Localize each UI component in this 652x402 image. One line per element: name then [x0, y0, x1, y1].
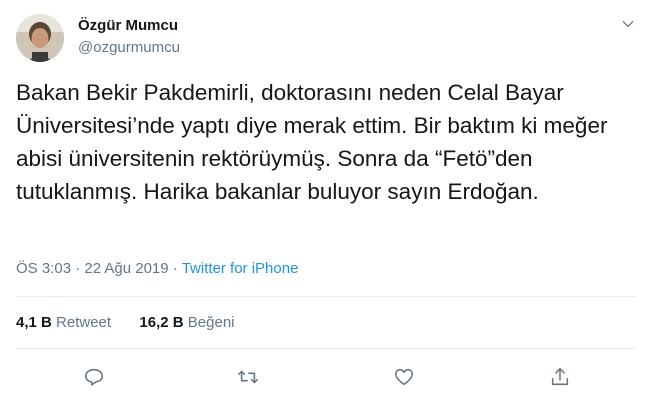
- like-count: 16,2 B: [139, 314, 184, 331]
- retweet-count: 4,1 B: [16, 314, 52, 331]
- author-name[interactable]: Özgür Mumcu: [78, 16, 178, 36]
- avatar[interactable]: [16, 14, 64, 62]
- retweet-button[interactable]: [233, 362, 263, 392]
- share-icon: [551, 367, 569, 386]
- like-button[interactable]: [389, 362, 419, 392]
- retweet-label: Retweet: [56, 314, 112, 331]
- tweet-timestamp[interactable]: ÖS 3:03 · 22 Ağu 2019: [16, 260, 169, 277]
- tweet-source-link[interactable]: Twitter for iPhone: [182, 260, 299, 277]
- heart-icon: [394, 368, 414, 386]
- retweet-count-link[interactable]: 4,1 B Retweet: [16, 314, 111, 331]
- reply-icon: [84, 368, 104, 386]
- tweet-text: Bakan Bekir Pakdemirli, doktorasını nede…: [16, 80, 614, 204]
- avatar-image: [16, 14, 64, 62]
- divider-top: [16, 296, 636, 297]
- tweet-actions: [0, 362, 652, 392]
- like-label: Beğeni: [187, 314, 235, 331]
- author-handle[interactable]: @ozgurmumcu: [78, 38, 180, 58]
- reply-button[interactable]: [79, 362, 109, 392]
- tweet-meta: ÖS 3:03 · 22 Ağu 2019 · Twitter for iPho…: [16, 259, 298, 279]
- tweet-menu-button[interactable]: [618, 14, 638, 34]
- meta-separator: ·: [168, 260, 182, 277]
- retweet-icon: [238, 370, 258, 384]
- divider-bottom: [16, 348, 636, 349]
- tweet-stats: 4,1 B Retweet 16,2 B Beğeni: [16, 313, 235, 333]
- like-count-link[interactable]: 16,2 B Beğeni: [139, 314, 234, 331]
- tweet-card: Özgür Mumcu @ozgurmumcu Bakan Bekir Pakd…: [0, 0, 652, 402]
- share-button[interactable]: [545, 362, 575, 392]
- chevron-down-icon: [622, 21, 634, 27]
